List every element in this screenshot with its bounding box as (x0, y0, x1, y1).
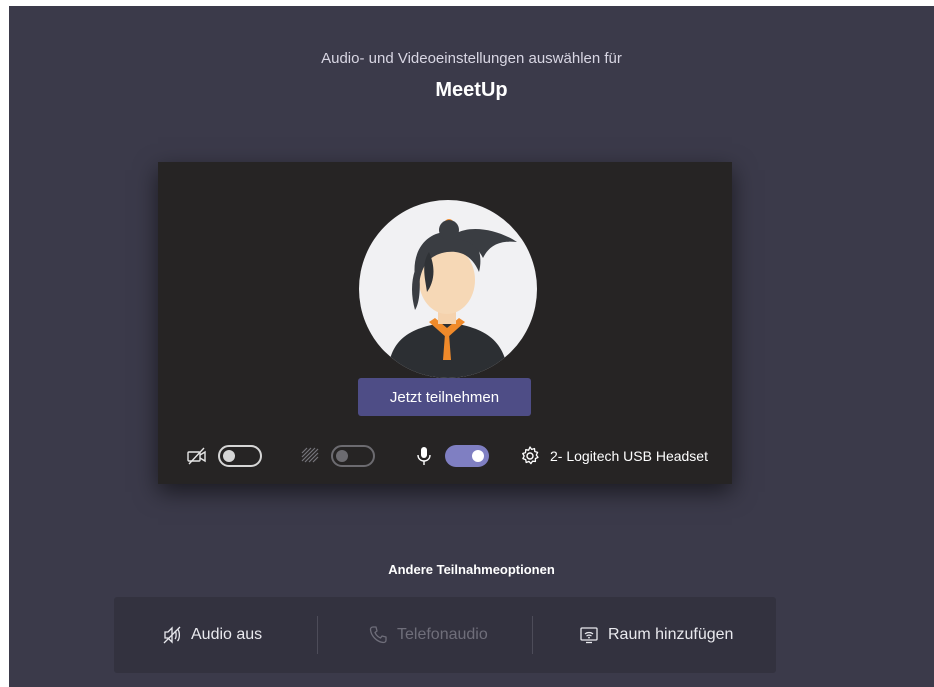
settings-subtitle: Audio- und Videoeinstellungen auswählen … (321, 50, 622, 67)
microphone-toggle[interactable] (445, 445, 489, 467)
audio-off-option[interactable]: Audio aus (162, 597, 262, 673)
meeting-title: MeetUp (435, 79, 508, 101)
other-join-options: Audio aus Telefonaudio Raum hinzufügen (114, 597, 776, 673)
microphone-control (413, 438, 489, 474)
gear-icon (522, 446, 539, 465)
camera-off-icon (187, 447, 206, 465)
add-room-option[interactable]: Raum hinzufügen (579, 597, 733, 673)
camera-toggle[interactable] (218, 445, 262, 467)
camera-control (186, 438, 262, 474)
background-blur-icon (301, 447, 319, 463)
device-controls: 2- Logitech USB Headset (158, 438, 732, 474)
background-blur-toggle[interactable] (331, 445, 375, 467)
person-avatar-icon (387, 219, 517, 378)
divider (317, 616, 318, 654)
device-settings[interactable]: 2- Logitech USB Headset (519, 438, 708, 474)
other-options-title: Andere Teilnahmeoptionen (388, 562, 555, 577)
microphone-icon (417, 447, 431, 465)
prejoin-screen: Audio- und Videoeinstellungen auswählen … (9, 6, 934, 687)
join-now-button[interactable]: Jetzt teilnehmen (358, 378, 531, 416)
audio-off-label: Audio aus (191, 626, 263, 643)
phone-icon (369, 626, 387, 644)
divider (532, 616, 533, 654)
phone-audio-option[interactable]: Telefonaudio (368, 597, 488, 673)
room-cast-icon (580, 627, 598, 644)
background-blur-control (299, 438, 375, 474)
audio-device-label: 2- Logitech USB Headset (550, 448, 708, 464)
speaker-off-icon (163, 626, 181, 644)
add-room-label: Raum hinzufügen (608, 626, 734, 643)
phone-audio-label: Telefonaudio (397, 626, 488, 643)
video-preview: Jetzt teilnehmen 2- Logitech USB Headset (158, 162, 732, 484)
avatar (359, 200, 537, 378)
